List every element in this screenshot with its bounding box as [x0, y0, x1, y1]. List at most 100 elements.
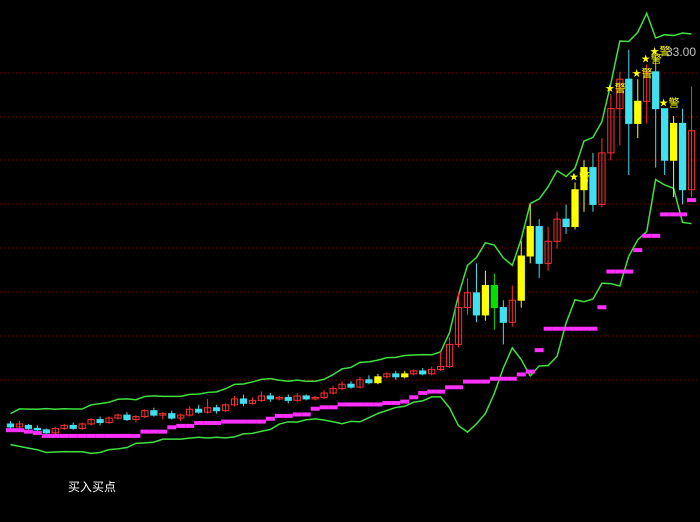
- support-segment: [310, 406, 320, 411]
- support-segment: [14, 428, 24, 433]
- support-segment: [283, 413, 293, 418]
- candle-body: [392, 373, 400, 378]
- grid-lines: [0, 72, 700, 381]
- support-segment: [373, 402, 383, 407]
- support-segment: [561, 326, 571, 331]
- support-segment: [256, 419, 266, 424]
- candle-body: [625, 78, 633, 124]
- support-segment: [247, 419, 257, 424]
- support-segment: [23, 429, 33, 434]
- support-segment: [687, 198, 696, 203]
- support-segment: [346, 402, 356, 407]
- warning-marker: ★警: [632, 66, 653, 80]
- candle-body: [33, 427, 41, 431]
- candle-body: [661, 108, 669, 161]
- candle-body: [96, 419, 104, 423]
- support-segment: [543, 326, 553, 331]
- candle-body: [535, 226, 543, 264]
- support-segment: [660, 212, 670, 217]
- support-segment: [669, 212, 679, 217]
- candle-body: [6, 423, 15, 428]
- candle-body: [571, 189, 579, 228]
- candle-body: [365, 379, 373, 384]
- support-segment: [68, 433, 78, 438]
- support-segment: [238, 419, 248, 424]
- support-segment: [633, 248, 643, 253]
- support-segment: [418, 391, 428, 396]
- support-segment: [319, 405, 329, 410]
- support-segment: [212, 421, 222, 426]
- candle-body: [374, 376, 382, 384]
- support-segment: [203, 421, 213, 426]
- candle-body: [526, 226, 534, 257]
- support-segment: [400, 399, 410, 404]
- support-segment: [642, 233, 652, 238]
- support-segment: [471, 379, 481, 384]
- support-segment: [113, 433, 123, 438]
- candle-body: [168, 413, 176, 419]
- support-segment: [104, 433, 114, 438]
- candle-body: [284, 396, 292, 401]
- support-segment: [158, 429, 168, 434]
- candle-body: [472, 292, 481, 316]
- support-segment: [382, 401, 392, 406]
- support-segment: [32, 431, 42, 436]
- support-segment: [86, 433, 96, 438]
- support-segment: [454, 385, 464, 390]
- support-segment: [516, 372, 526, 377]
- support-segment: [615, 269, 625, 274]
- support-segment: [95, 433, 105, 438]
- support-segment: [525, 369, 535, 374]
- candle-body: [195, 408, 203, 413]
- support-segment: [328, 405, 338, 410]
- chart-page: { "chart_data": { "type": "candlestick",…: [0, 0, 700, 522]
- support-segment: [122, 433, 132, 438]
- support-segment: [409, 395, 419, 400]
- support-segment: [579, 326, 589, 331]
- candle-body: [302, 395, 310, 400]
- support-segment: [185, 423, 195, 428]
- candle-body: [347, 383, 355, 388]
- support-segment: [194, 421, 204, 426]
- support-segment: [6, 428, 15, 433]
- support-segment: [274, 413, 284, 418]
- candle-body: [634, 100, 642, 124]
- candle-body: [589, 167, 597, 205]
- support-segment: [176, 423, 186, 428]
- support-segment: [59, 433, 69, 438]
- support-segment: [552, 326, 562, 331]
- candle-body: [678, 122, 687, 191]
- support-segment: [489, 376, 499, 381]
- support-segment: [436, 389, 446, 394]
- candle-body: [239, 398, 248, 404]
- support-segment: [606, 269, 616, 274]
- support-segment: [50, 433, 60, 438]
- support-segment: [77, 433, 87, 438]
- support-segment: [167, 425, 177, 430]
- support-segment: [463, 379, 472, 384]
- buy-signal-label: 买入买点: [68, 480, 117, 494]
- candle-body: [419, 370, 427, 375]
- candle-body: [490, 284, 499, 309]
- candle-body: [42, 429, 50, 434]
- support-segment: [480, 379, 490, 384]
- support-segment: [140, 429, 150, 434]
- support-segment: [597, 305, 607, 310]
- candle-body: [266, 395, 274, 400]
- candle-body: [669, 122, 678, 161]
- price-level-label: 33.00: [666, 45, 697, 59]
- support-segment: [301, 412, 311, 417]
- support-segment: [131, 433, 141, 438]
- support-segment: [534, 348, 544, 353]
- candle-body: [517, 255, 525, 301]
- support-segment: [507, 376, 517, 381]
- support-segment: [498, 376, 508, 381]
- warning-marker: ★警: [659, 96, 680, 110]
- support-segment: [427, 389, 437, 394]
- candle-body: [401, 373, 409, 378]
- support-segment: [570, 326, 580, 331]
- lower-band-line: [10, 178, 692, 455]
- candle-body: [481, 284, 490, 316]
- support-segment: [292, 412, 302, 417]
- support-segment: [355, 402, 365, 407]
